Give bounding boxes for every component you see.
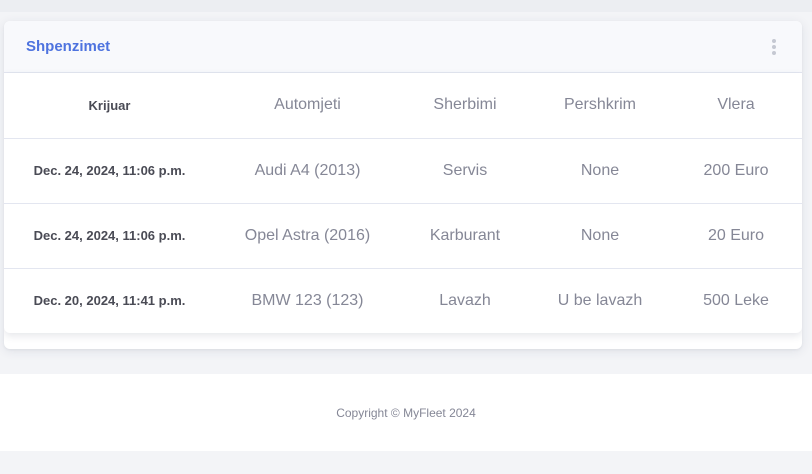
expenses-card: Shpenzimet Krijuar Automjeti Sherbimi Pe… — [4, 21, 802, 349]
column-header-pershkrim[interactable]: Pershkrim — [530, 73, 670, 139]
expenses-table: Krijuar Automjeti Sherbimi Pershkrim Vle… — [4, 73, 802, 333]
cell-automjeti: Opel Astra (2016) — [215, 203, 400, 269]
column-header-krijuar[interactable]: Krijuar — [4, 73, 215, 139]
cell-vlera: 500 Leke — [703, 291, 769, 309]
column-header-sherbimi[interactable]: Sherbimi — [400, 73, 530, 139]
cell-pershkrim: None — [530, 203, 670, 269]
card-title: Shpenzimet — [26, 38, 111, 55]
table-header-row: Krijuar Automjeti Sherbimi Pershkrim Vle… — [4, 73, 802, 139]
table-row[interactable]: Dec. 24, 2024, 11:06 p.m. Audi A4 (2013)… — [4, 138, 802, 204]
card-header: Shpenzimet — [4, 21, 802, 73]
table-wrapper: Krijuar Automjeti Sherbimi Pershkrim Vle… — [4, 73, 802, 333]
cell-sherbimi: Servis — [400, 138, 530, 204]
cell-pershkrim: None — [530, 138, 670, 204]
cell-automjeti: BMW 123 (123) — [251, 291, 364, 309]
cell-krijuar: Dec. 20, 2024, 11:41 p.m. — [33, 293, 186, 309]
top-strip — [0, 0, 812, 12]
cell-krijuar: Dec. 24, 2024, 11:06 p.m. — [4, 203, 215, 269]
copyright-text: Copyright © MyFleet 2024 — [336, 405, 476, 420]
cell-pershkrim: U be lavazh — [557, 291, 643, 309]
cell-vlera: 20 Euro — [670, 203, 802, 269]
vertical-ellipsis-icon[interactable] — [768, 38, 780, 56]
cell-krijuar: Dec. 24, 2024, 11:06 p.m. — [4, 138, 215, 204]
column-header-automjeti[interactable]: Automjeti — [215, 73, 400, 139]
cell-sherbimi: Lavazh — [439, 291, 491, 309]
cell-vlera: 200 Euro — [670, 138, 802, 204]
page-footer: Copyright © MyFleet 2024 — [0, 374, 812, 451]
table-row[interactable]: Dec. 24, 2024, 11:06 p.m. Opel Astra (20… — [4, 203, 802, 269]
column-header-vlera[interactable]: Vlera — [670, 73, 802, 139]
cell-automjeti: Audi A4 (2013) — [215, 138, 400, 204]
cell-sherbimi: Karburant — [400, 203, 530, 269]
table-row[interactable]: Dec. 20, 2024, 11:41 p.m. BMW 123 (123) … — [4, 268, 802, 333]
